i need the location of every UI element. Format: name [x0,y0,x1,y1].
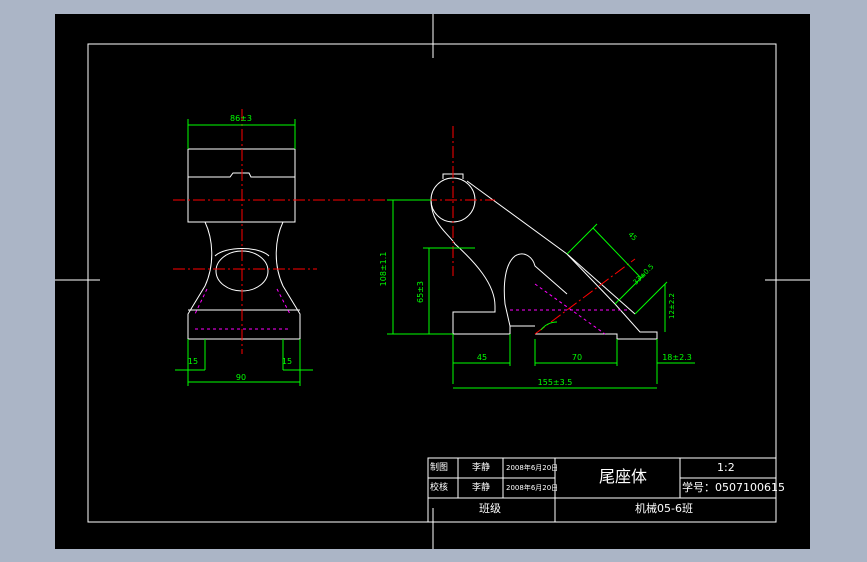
dim-angle-mid: 33±0.5 [632,263,656,287]
front-view [173,109,390,354]
dim-right-small: 18±2.3 [662,353,692,362]
dim-angle-right: 12±2.2 [668,293,676,319]
side-view [405,126,658,340]
drawing-viewport[interactable]: 86±3 15 15 90 108±1.1 65±3 45 70 18±2.3 … [55,14,810,549]
dim-height-mid: 65±3 [416,281,425,303]
tb-part-name: 尾座体 [599,467,648,486]
dim-top-width: 86±3 [230,114,252,123]
tb-row1-label: 制图 [430,463,449,473]
tb-class-label: 班级 [479,502,501,515]
dim-slot-width: 45 [477,353,487,362]
tb-scale: 1:2 [717,461,735,474]
tb-row2-label: 校核 [430,483,449,493]
dim-base-width: 90 [236,373,246,382]
side-view-dimensions [387,199,695,389]
tb-class-value: 机械05-6班 [635,502,693,515]
dim-overall-length: 155±3.5 [538,378,573,387]
tb-row1-name: 李静 [472,463,491,473]
dim-height-total: 108±1.1 [379,252,388,287]
tb-student-id: 学号：0507100615 [682,481,785,494]
tb-row1-date: 2008年6月20日 [506,464,559,472]
dim-side-length: 70 [572,353,582,362]
dim-left-offset: 15 [188,357,198,366]
tb-row2-date: 2008年6月20日 [506,484,559,492]
front-view-dimensions [175,119,313,386]
drawing-border [87,43,777,523]
tb-row2-name: 李静 [472,483,491,493]
dim-angle-top: 45 [626,231,638,243]
dim-right-offset: 15 [282,357,292,366]
